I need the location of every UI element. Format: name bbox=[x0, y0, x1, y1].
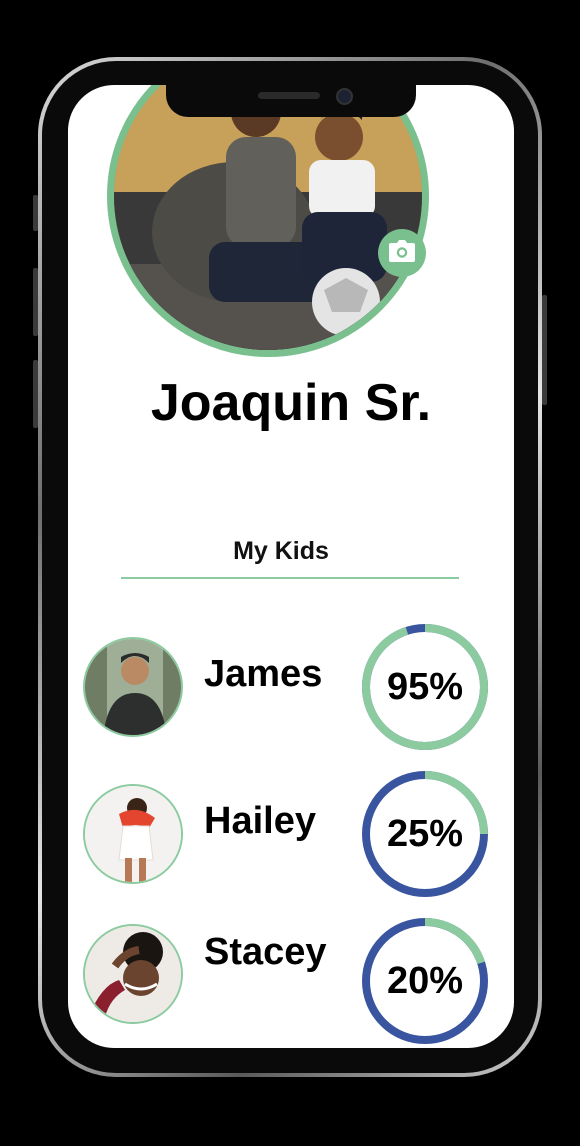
silent-switch bbox=[33, 195, 38, 231]
profile-photo[interactable] bbox=[107, 85, 429, 357]
volume-up-button bbox=[33, 268, 38, 336]
kid-row-james[interactable]: James 95% bbox=[68, 622, 514, 752]
section-title-my-kids: My Kids bbox=[233, 537, 329, 565]
progress-value: 20% bbox=[386, 960, 464, 1002]
change-photo-button[interactable] bbox=[378, 229, 426, 277]
kid-name: Hailey bbox=[204, 800, 316, 842]
kid-avatar bbox=[83, 637, 183, 737]
kid-name: James bbox=[204, 653, 323, 695]
kid-name: Stacey bbox=[204, 931, 327, 973]
kid-avatar bbox=[83, 784, 183, 884]
profile-name: Joaquin Sr. bbox=[150, 374, 432, 432]
progress-value: 25% bbox=[386, 813, 464, 855]
power-button bbox=[542, 295, 547, 405]
volume-down-button bbox=[33, 360, 38, 428]
speaker-grille bbox=[258, 92, 320, 99]
progress-value: 95% bbox=[386, 666, 464, 708]
kid-row-hailey[interactable]: Hailey 25% bbox=[68, 769, 514, 899]
section-divider bbox=[121, 577, 459, 579]
camera-icon bbox=[389, 239, 415, 267]
kid-row-stacey[interactable]: Stacey 20% bbox=[68, 916, 514, 1046]
app-screen: Joaquin Sr. My Kids James 95% Hailey 25%… bbox=[68, 85, 514, 1048]
front-camera bbox=[336, 88, 353, 105]
device-notch bbox=[166, 85, 416, 117]
kid-avatar bbox=[83, 924, 183, 1024]
